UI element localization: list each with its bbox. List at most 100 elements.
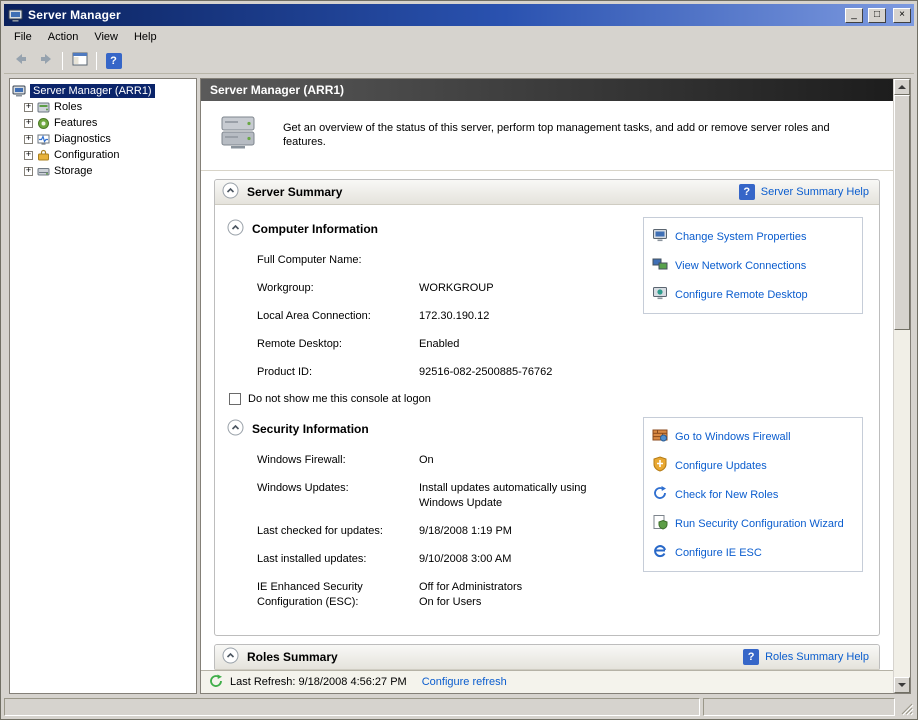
configure-remote-desktop-link[interactable]: Configure Remote Desktop xyxy=(652,285,854,304)
sidebar-item-label: Configuration xyxy=(54,149,119,161)
sidebar-item-configuration[interactable]: + Configuration xyxy=(12,147,194,163)
system-properties-icon xyxy=(652,227,668,246)
forward-button[interactable] xyxy=(33,50,58,72)
computer-information-fields: Full Computer Name: Workgroup: WORKGROUP… xyxy=(257,253,631,380)
field-value xyxy=(419,253,631,268)
collapse-chevron-icon[interactable] xyxy=(227,419,244,439)
sidebar-item-roles[interactable]: + Roles xyxy=(12,99,194,115)
change-system-properties-link[interactable]: Change System Properties xyxy=(652,227,854,246)
run-security-configuration-wizard-link[interactable]: Run Security Configuration Wizard xyxy=(652,514,854,533)
collapse-chevron-icon[interactable] xyxy=(227,219,244,239)
resize-grip[interactable] xyxy=(898,698,914,716)
field-value: 92516-082-2500885-76762 xyxy=(419,365,631,380)
menu-view[interactable]: View xyxy=(86,28,126,46)
field-value: 172.30.190.12 xyxy=(419,309,631,324)
field-windows-firewall: Windows Firewall: On xyxy=(257,453,631,468)
check-for-new-roles-link[interactable]: Check for New Roles xyxy=(652,485,854,504)
configure-refresh-link[interactable]: Configure refresh xyxy=(422,676,507,688)
menu-bar: File Action View Help xyxy=(4,26,914,48)
roles-summary-header: Roles Summary ? Roles Summary Help xyxy=(215,645,879,670)
field-product-id: Product ID: 92516-082-2500885-76762 xyxy=(257,365,631,380)
configure-ie-esc-link[interactable]: Configure IE ESC xyxy=(652,543,854,562)
toolbar-separator xyxy=(96,52,97,70)
security-information-links-box: Go to Windows Firewall Configure Updates… xyxy=(643,417,863,572)
field-label: Windows Updates: xyxy=(257,481,419,511)
link-label: Configure Remote Desktop xyxy=(675,289,808,301)
field-label: Local Area Connection: xyxy=(257,309,419,324)
field-label: IE Enhanced Security Configuration (ESC)… xyxy=(257,580,419,610)
link-label: Run Security Configuration Wizard xyxy=(675,518,844,530)
overview-text: Get an overview of the status of this se… xyxy=(283,121,873,149)
go-to-windows-firewall-link[interactable]: Go to Windows Firewall xyxy=(652,427,854,446)
field-local-area-connection: Local Area Connection: 172.30.190.12 xyxy=(257,309,631,324)
back-button[interactable] xyxy=(8,50,33,72)
configuration-icon xyxy=(37,149,50,162)
field-windows-updates: Windows Updates: Install updates automat… xyxy=(257,481,631,511)
details-body: Get an overview of the status of this se… xyxy=(201,101,893,670)
sidebar-item-storage[interactable]: + Storage xyxy=(12,163,194,179)
sidebar-item-label: Storage xyxy=(54,165,93,177)
security-information-subsection: Security Information Windows Firewall: O… xyxy=(227,419,867,610)
server-summary-body: Computer Information Full Computer Name:… xyxy=(215,205,879,635)
field-label: Last checked for updates: xyxy=(257,524,419,539)
scrollbar-thumb[interactable] xyxy=(894,95,910,330)
expand-icon[interactable]: + xyxy=(24,151,33,160)
field-label: Product ID: xyxy=(257,365,419,380)
server-summary-help-link[interactable]: ? Server Summary Help xyxy=(739,184,869,200)
updates-icon xyxy=(652,456,668,475)
menu-action[interactable]: Action xyxy=(40,28,87,46)
sidebar-item-features[interactable]: + Features xyxy=(12,115,194,131)
console-logon-checkbox[interactable] xyxy=(229,393,241,405)
scroll-up-button[interactable] xyxy=(894,79,910,95)
expand-icon[interactable]: + xyxy=(24,135,33,144)
status-cell xyxy=(703,698,895,716)
close-button[interactable]: × xyxy=(893,8,911,23)
collapse-chevron-icon[interactable] xyxy=(222,647,239,667)
security-information-fields: Windows Firewall: On Windows Updates: In… xyxy=(257,453,631,610)
maximize-button[interactable]: □ xyxy=(868,8,886,23)
features-icon xyxy=(37,117,50,130)
roles-summary-help-link[interactable]: ? Roles Summary Help xyxy=(743,649,869,665)
details-pane: Server Manager (ARR1) Get an overview of… xyxy=(200,78,911,694)
help-icon: ? xyxy=(743,649,759,665)
sidebar-item-label: Features xyxy=(54,117,97,129)
vertical-scrollbar[interactable] xyxy=(893,79,910,693)
new-roles-icon xyxy=(652,485,668,504)
overview-strip: Get an overview of the status of this se… xyxy=(201,101,893,171)
refresh-icon xyxy=(209,674,223,691)
console-tree-icon xyxy=(72,51,88,70)
expand-icon[interactable]: + xyxy=(24,103,33,112)
field-value: 9/18/2008 1:19 PM xyxy=(419,524,631,539)
field-value-line2: On for Users xyxy=(419,596,481,608)
minimize-button[interactable]: _ xyxy=(845,8,863,23)
tree-root-server-manager[interactable]: Server Manager (ARR1) xyxy=(12,83,194,99)
console-tree-toggle-button[interactable] xyxy=(67,50,92,72)
toolbar: ? xyxy=(4,48,914,74)
link-label: Check for New Roles xyxy=(675,489,778,501)
title-bar[interactable]: Server Manager _ □ × xyxy=(4,4,914,26)
checkbox-label: Do not show me this console at logon xyxy=(248,393,431,405)
last-refresh-text: Last Refresh: 9/18/2008 4:56:27 PM xyxy=(230,676,407,688)
scroll-down-icon xyxy=(898,683,906,687)
computer-information-links-box: Change System Properties View Network Co… xyxy=(643,217,863,314)
app-icon xyxy=(8,8,23,23)
field-label: Full Computer Name: xyxy=(257,253,419,268)
menu-help[interactable]: Help xyxy=(126,28,165,46)
help-button[interactable]: ? xyxy=(101,50,126,72)
menu-file[interactable]: File xyxy=(6,28,40,46)
field-label: Last installed updates: xyxy=(257,552,419,567)
diagnostics-icon xyxy=(37,133,50,146)
subsection-title: Computer Information xyxy=(252,222,378,236)
scrollbar-track[interactable] xyxy=(894,95,910,677)
expand-icon[interactable]: + xyxy=(24,167,33,176)
sidebar-item-diagnostics[interactable]: + Diagnostics xyxy=(12,131,194,147)
view-network-connections-link[interactable]: View Network Connections xyxy=(652,256,854,275)
field-label: Workgroup: xyxy=(257,281,419,296)
collapse-chevron-icon[interactable] xyxy=(222,182,239,202)
configure-updates-link[interactable]: Configure Updates xyxy=(652,456,854,475)
expand-icon[interactable]: + xyxy=(24,119,33,128)
field-full-computer-name: Full Computer Name: xyxy=(257,253,631,268)
field-value: WORKGROUP xyxy=(419,281,631,296)
roles-icon xyxy=(37,101,50,114)
scroll-down-button[interactable] xyxy=(894,677,910,693)
